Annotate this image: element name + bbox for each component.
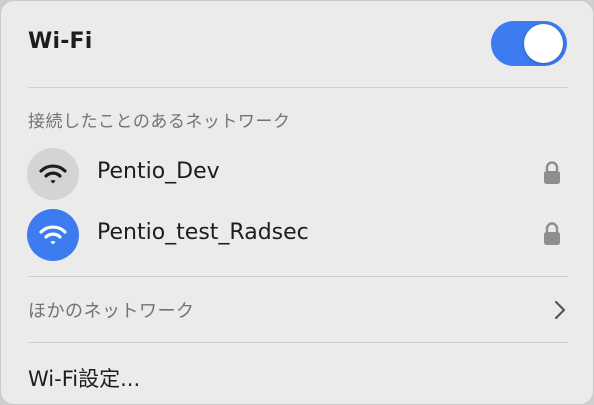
divider: [28, 276, 568, 277]
wifi-header: Wi-Fi: [1, 1, 593, 87]
known-networks-title: 接続したことのあるネットワーク: [28, 112, 291, 132]
wifi-settings-label: Wi-Fi設定...: [28, 367, 141, 391]
network-name: Pentio_test_Radsec: [97, 220, 309, 245]
other-networks-label: ほかのネットワーク: [28, 301, 195, 322]
network-name: Pentio_Dev: [97, 159, 220, 184]
wifi-toggle[interactable]: [491, 21, 567, 66]
chevron-right-icon: [554, 300, 566, 320]
network-row-pentio-dev[interactable]: Pentio_Dev: [15, 144, 581, 202]
lock-icon: [544, 161, 560, 184]
network-row-pentio-test-radsec[interactable]: Pentio_test_Radsec: [15, 205, 581, 263]
wifi-settings-row[interactable]: Wi-Fi設定...: [15, 351, 581, 399]
divider: [28, 342, 568, 343]
other-networks-row[interactable]: ほかのネットワーク: [15, 284, 581, 332]
wifi-icon: [27, 148, 79, 200]
wifi-icon: [27, 209, 79, 261]
divider: [28, 87, 568, 88]
wifi-toggle-knob: [524, 24, 563, 63]
wifi-menu-panel: Wi-Fi 接続したことのあるネットワーク Pentio_Dev Pentio_…: [0, 0, 594, 405]
lock-icon: [544, 222, 560, 245]
wifi-title: Wi-Fi: [28, 29, 93, 54]
